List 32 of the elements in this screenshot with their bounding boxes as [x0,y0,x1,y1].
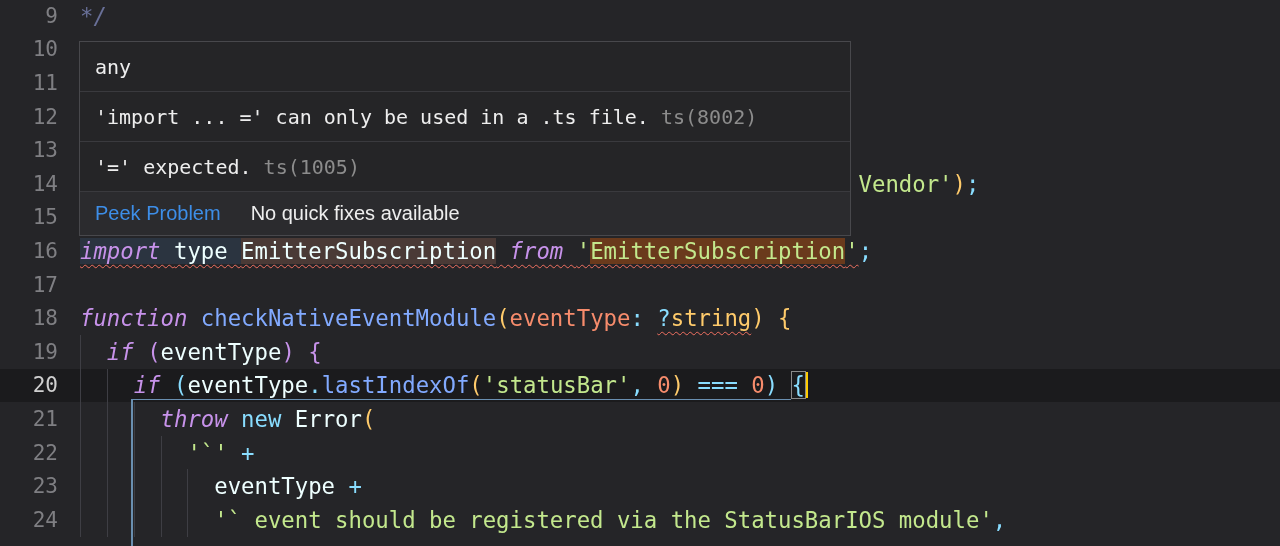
line-number: 22 [32,440,58,465]
line-number: 12 [32,104,58,129]
line-number: 19 [32,339,58,364]
code-line: throw new Error( [160,406,376,431]
line-number: 14 [32,171,58,196]
code-line: function checkNativeEventModule(eventType: ?string) { [80,306,792,331]
line-number: 13 [32,138,58,163]
line-number: 18 [32,306,58,331]
problem-message: '=' expected. ts(1005) [95,154,360,179]
line-number: 10 [32,37,58,62]
line-number: 15 [32,205,58,230]
line-number: 17 [32,272,58,297]
code-line: Vendor'); [858,171,980,196]
problem-message: 'import ... =' can only be used in a .ts file. ts(8002) [95,104,758,129]
code-line: '` event should be registered via the StatusBarIOS module', [214,507,1007,532]
code-line: */ [80,3,107,28]
line-number: 24 [32,507,58,532]
type-label: any [95,54,132,79]
line-number: 21 [32,406,58,431]
code-line: '`' + [187,440,255,465]
code-line: import type EmitterSubscription from 'EmitterSubscription'; [80,238,873,263]
text-cursor [805,372,809,399]
line-number: 23 [32,474,58,499]
code-line: if (eventType) { [106,339,322,364]
line-number: 20 [32,373,58,398]
line-number: 16 [32,238,58,263]
code-line: if (eventType.lastIndexOf('statusBar', 0) === 0) { [133,373,806,398]
quick-fix-note: No quick fixes available [250,202,460,225]
code-line: eventType + [214,474,362,499]
peek-problem-link[interactable]: Peek Problem [95,202,221,225]
line-number: 9 [45,3,58,28]
line-number: 11 [32,71,58,95]
